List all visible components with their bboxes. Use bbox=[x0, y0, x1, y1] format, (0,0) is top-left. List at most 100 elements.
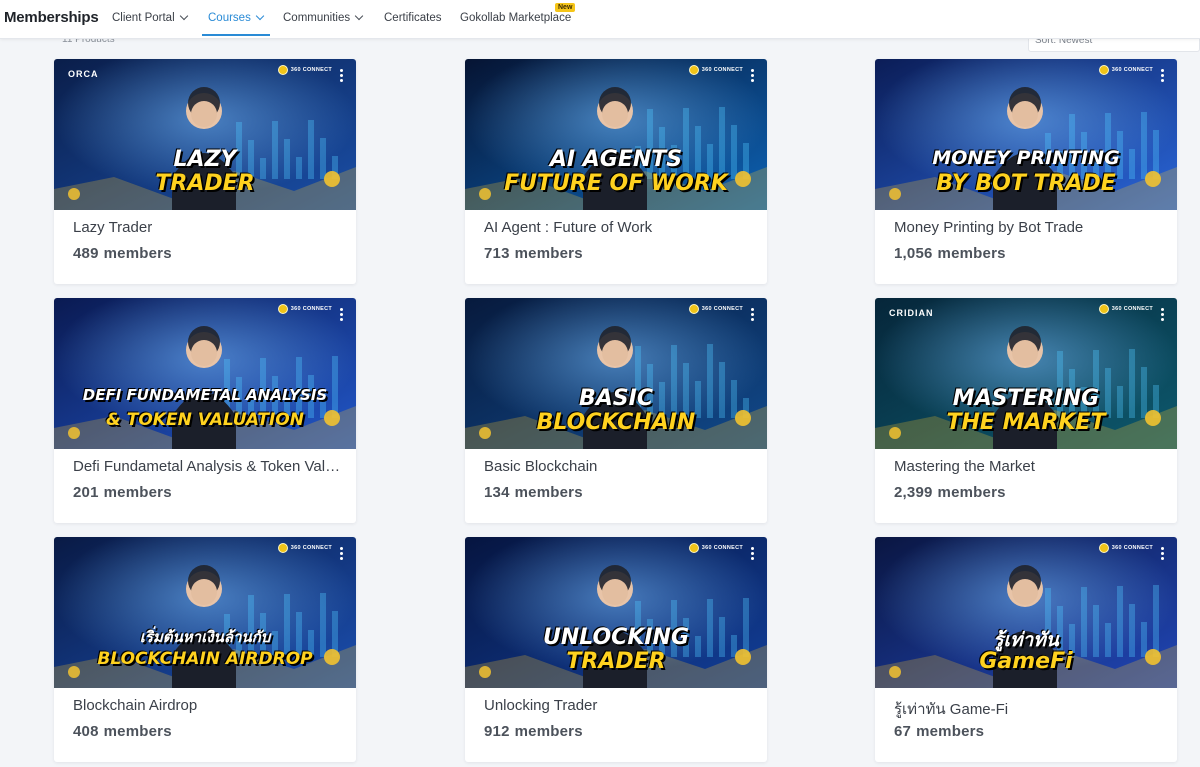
connect-label: 360 CONNECT bbox=[290, 306, 332, 312]
course-title[interactable]: Money Printing by Bot Trade bbox=[894, 219, 1164, 236]
course-thumbnail[interactable]: CRIDIAN 360 CONNECT MASTERING THE MARKET bbox=[875, 298, 1177, 449]
connect-label: 360 CONNECT bbox=[701, 67, 743, 73]
connect-badge: 360 CONNECT bbox=[277, 65, 332, 75]
member-number: 489 bbox=[73, 245, 99, 262]
connect-badge: 360 CONNECT bbox=[1098, 543, 1153, 553]
course-card[interactable]: 360 CONNECT UNLOCKING TRADER Unlocking T… bbox=[465, 537, 767, 762]
more-options-icon[interactable] bbox=[340, 308, 344, 322]
member-count: 912 members bbox=[484, 723, 583, 740]
coin-icon bbox=[277, 543, 288, 553]
more-options-icon[interactable] bbox=[1161, 547, 1165, 561]
course-title[interactable]: Basic Blockchain bbox=[484, 458, 754, 475]
member-count: 134 members bbox=[484, 484, 583, 501]
connect-label: 360 CONNECT bbox=[1111, 545, 1153, 551]
coin-icon bbox=[1098, 65, 1109, 75]
course-thumbnail[interactable]: 360 CONNECT DEFI FUNDAMETAL ANALYSIS & T… bbox=[54, 298, 356, 449]
thumbnail-headline-2: GameFi bbox=[979, 649, 1073, 674]
member-number: 408 bbox=[73, 723, 99, 740]
more-options-icon[interactable] bbox=[1161, 308, 1165, 322]
connect-label: 360 CONNECT bbox=[1111, 67, 1153, 73]
course-title[interactable]: Unlocking Trader bbox=[484, 697, 754, 714]
more-options-icon[interactable] bbox=[340, 547, 344, 561]
course-thumbnail[interactable]: 360 CONNECT รู้เท่าทัน GameFi bbox=[875, 537, 1177, 688]
course-title[interactable]: Blockchain Airdrop bbox=[73, 697, 343, 714]
nav-client-portal[interactable]: Client Portal bbox=[112, 11, 188, 24]
brand-title[interactable]: Memberships bbox=[4, 9, 99, 26]
connect-badge: 360 CONNECT bbox=[688, 65, 743, 75]
nav-gokollab-marketplace[interactable]: Gokollab Marketplace bbox=[460, 12, 571, 24]
course-thumbnail[interactable]: 360 CONNECT เริ่มต้นหาเงินล้านกับ BLOCKC… bbox=[54, 537, 356, 688]
nav-label: Communities bbox=[283, 12, 351, 24]
nav-label: Certificates bbox=[384, 12, 442, 24]
course-thumbnail[interactable]: 360 CONNECT AI AGENTS FUTURE OF WORK bbox=[465, 59, 767, 210]
connect-badge: 360 CONNECT bbox=[1098, 65, 1153, 75]
nav-certificates[interactable]: Certificates bbox=[384, 12, 442, 24]
member-label: members bbox=[103, 723, 172, 740]
course-card[interactable]: 360 CONNECT BASIC BLOCKCHAIN Basic Block… bbox=[465, 298, 767, 523]
connect-label: 360 CONNECT bbox=[290, 545, 332, 551]
member-count: 713 members bbox=[484, 245, 583, 262]
member-count: 67 members bbox=[894, 723, 984, 740]
course-thumbnail[interactable]: ORCA 360 CONNECT LAZY TRADER bbox=[54, 59, 356, 210]
member-label: members bbox=[514, 723, 583, 740]
thumbnail-headline-2: THE MARKET bbox=[946, 410, 1106, 435]
member-count: 408 members bbox=[73, 723, 172, 740]
chevron-down-icon bbox=[255, 11, 265, 21]
connect-label: 360 CONNECT bbox=[290, 67, 332, 73]
coin-icon bbox=[277, 65, 288, 75]
course-card[interactable]: ORCA 360 CONNECT LAZY TRADER Lazy Trader… bbox=[54, 59, 356, 284]
member-number: 134 bbox=[484, 484, 510, 501]
connect-label: 360 CONNECT bbox=[1111, 306, 1153, 312]
course-card[interactable]: 360 CONNECT เริ่มต้นหาเงินล้านกับ BLOCKC… bbox=[54, 537, 356, 762]
course-thumbnail[interactable]: 360 CONNECT UNLOCKING TRADER bbox=[465, 537, 767, 688]
thumbnail-headline-1: MONEY PRINTING bbox=[932, 147, 1120, 169]
course-card[interactable]: 360 CONNECT รู้เท่าทัน GameFi รู้เท่าทัน… bbox=[875, 537, 1177, 762]
member-number: 67 bbox=[894, 723, 912, 740]
thumbnail-headline-1: DEFI FUNDAMETAL ANALYSIS bbox=[82, 386, 328, 404]
course-thumbnail[interactable]: 360 CONNECT BASIC BLOCKCHAIN bbox=[465, 298, 767, 449]
member-count: 2,399 members bbox=[894, 484, 1006, 501]
thumbnail-headline-2: BLOCKCHAIN bbox=[536, 410, 696, 435]
connect-badge: 360 CONNECT bbox=[277, 543, 332, 553]
top-navigation: Memberships Client Portal Courses Commun… bbox=[0, 0, 1200, 39]
connect-label: 360 CONNECT bbox=[701, 306, 743, 312]
coin-icon bbox=[277, 304, 288, 314]
thumbnail-headline-1: UNLOCKING bbox=[542, 625, 690, 650]
more-options-icon[interactable] bbox=[751, 308, 755, 322]
partner-logo: CRIDIAN bbox=[889, 308, 934, 318]
course-card[interactable]: CRIDIAN 360 CONNECT MASTERING THE MARKET… bbox=[875, 298, 1177, 523]
thumbnail-headline-2: & TOKEN VALUATION bbox=[106, 410, 304, 430]
connect-badge: 360 CONNECT bbox=[277, 304, 332, 314]
course-thumbnail[interactable]: 360 CONNECT MONEY PRINTING BY BOT TRADE bbox=[875, 59, 1177, 210]
course-title[interactable]: AI Agent : Future of Work bbox=[484, 219, 754, 236]
thumbnail-headline-2: FUTURE OF WORK bbox=[504, 171, 728, 196]
thumbnail-headline-2: TRADER bbox=[155, 171, 255, 196]
member-label: members bbox=[103, 484, 172, 501]
member-number: 713 bbox=[484, 245, 510, 262]
nav-courses[interactable]: Courses bbox=[208, 11, 265, 24]
course-card[interactable]: 360 CONNECT DEFI FUNDAMETAL ANALYSIS & T… bbox=[54, 298, 356, 523]
connect-badge: 360 CONNECT bbox=[688, 304, 743, 314]
new-badge: New bbox=[555, 3, 576, 12]
course-card[interactable]: 360 CONNECT AI AGENTS FUTURE OF WORK AI … bbox=[465, 59, 767, 284]
more-options-icon[interactable] bbox=[1161, 69, 1165, 83]
course-card[interactable]: 360 CONNECT MONEY PRINTING BY BOT TRADE … bbox=[875, 59, 1177, 284]
course-title[interactable]: รู้เท่าทัน Game-Fi bbox=[894, 697, 1164, 721]
course-title[interactable]: Defi Fundametal Analysis & Token Valuati… bbox=[73, 458, 343, 475]
chevron-down-icon bbox=[179, 11, 188, 21]
more-options-icon[interactable] bbox=[340, 69, 344, 83]
member-label: members bbox=[514, 484, 583, 501]
member-number: 912 bbox=[484, 723, 510, 740]
more-options-icon[interactable] bbox=[751, 69, 755, 83]
active-tab-indicator bbox=[202, 34, 270, 36]
thumbnail-headline-1: BASIC bbox=[579, 386, 653, 411]
member-label: members bbox=[103, 245, 172, 262]
member-count: 1,056 members bbox=[894, 245, 1006, 262]
member-number: 2,399 bbox=[894, 484, 933, 501]
course-title[interactable]: Lazy Trader bbox=[73, 219, 343, 236]
coin-icon bbox=[688, 543, 699, 553]
course-title[interactable]: Mastering the Market bbox=[894, 458, 1164, 475]
thumbnail-headline-1: AI AGENTS bbox=[549, 147, 683, 172]
more-options-icon[interactable] bbox=[751, 547, 755, 561]
nav-communities[interactable]: Communities bbox=[283, 11, 364, 24]
